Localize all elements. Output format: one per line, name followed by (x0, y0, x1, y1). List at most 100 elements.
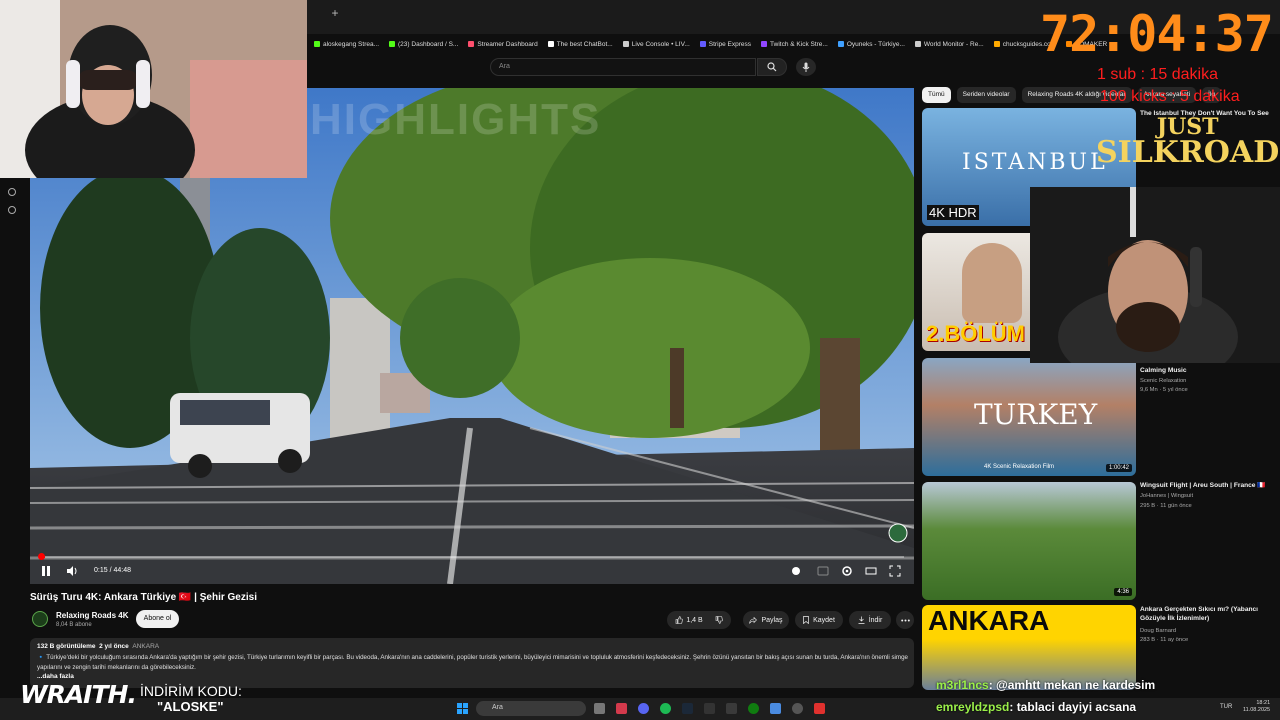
more-actions-button[interactable] (896, 611, 914, 629)
like-button[interactable]: 1,4 B (675, 616, 703, 624)
bookmark-item[interactable]: Live Console • LIV... (622, 36, 690, 52)
rec-channel-3[interactable]: Scenic Relaxation (1140, 378, 1186, 384)
chat-message-2: emreyldzpsd: tablaci dayiyi acsana (936, 700, 1136, 714)
discord-icon[interactable] (638, 703, 649, 714)
subtitles-icon[interactable] (817, 565, 829, 577)
sponsor-logo: WRAITH. (20, 680, 137, 709)
progress-scrubber[interactable] (38, 553, 45, 560)
new-tab-button[interactable]: + (328, 6, 342, 20)
thumb-text: 2.BÖLÜM (926, 321, 1025, 346)
save-label: Kaydet (813, 616, 835, 624)
like-count: 1,4 B (686, 616, 703, 624)
left-rail (0, 178, 30, 688)
promo-label: İNDİRİM KODU: (140, 683, 242, 699)
download-button[interactable]: İndir (849, 611, 891, 629)
bookmark-item[interactable]: aloskegang Strea... (314, 36, 379, 52)
thumbs-down-icon[interactable] (715, 616, 723, 624)
steam-icon[interactable] (682, 703, 693, 714)
subathon-timer: 72:04:37 (1040, 5, 1274, 63)
subscriber-count: 8,04 B abone (56, 622, 92, 628)
thumb-face (962, 243, 1022, 323)
rec-thumbnail-4[interactable]: 4:36 (922, 482, 1136, 600)
voice-search-button[interactable] (796, 58, 816, 76)
share-button[interactable]: Paylaş (743, 611, 789, 629)
rec-channel-4[interactable]: JoHannes | Wingsuit (1140, 493, 1193, 499)
chat-text: : @amhtt mekan ne kardesim (988, 678, 1156, 692)
channel-avatar[interactable] (32, 611, 48, 627)
rec-meta-4: 295 B · 11 gün önce (1140, 503, 1192, 509)
save-button[interactable]: Kaydet (795, 611, 843, 629)
filter-chip[interactable]: Tümü (922, 87, 951, 103)
bookmark-label: Stripe Express (708, 40, 752, 48)
bookmark-favicon-icon (468, 41, 475, 47)
view-count: 132 B görüntüleme (37, 643, 96, 650)
spotify-icon[interactable] (660, 703, 671, 714)
bookmark-item[interactable]: (23) Dashboard / S... (389, 36, 458, 52)
search-button[interactable] (757, 58, 787, 76)
bookmark-label: aloskegang Strea... (323, 40, 380, 48)
description-text: 🔹 Türkiye'deki bir yolculuğum sırasında … (37, 654, 908, 671)
bookmark-item[interactable]: World Monitor - Re... (914, 36, 984, 52)
fullscreen-icon[interactable] (889, 565, 901, 577)
rec-title-4[interactable]: Wingsuit Flight | Areu South | France 🇫🇷 (1140, 482, 1278, 491)
chat-message-1: m3rl1ncs: @amhtt mekan ne kardesim (936, 678, 1155, 692)
app-icon[interactable] (770, 703, 781, 714)
channel-name[interactable]: Relaxing Roads 4K (56, 611, 128, 620)
search-input[interactable]: Ara (490, 58, 756, 76)
filter-chip[interactable]: Seriden videolar (956, 87, 1016, 103)
rec-title-5[interactable]: Ankara Gerçekten Sıkıcı mı? (Yabancı Göz… (1140, 606, 1278, 623)
taskbar-search[interactable]: Ara (476, 701, 586, 716)
hashtag[interactable]: ANKARA (132, 643, 159, 650)
thumb-text: ANKARA (928, 605, 1050, 636)
rec-channel-5[interactable]: Doug Barnard (1140, 628, 1176, 634)
like-dislike-group: 1,4 B (667, 611, 731, 629)
theater-mode-icon[interactable] (865, 565, 877, 577)
bookmark-item[interactable]: Stripe Express (699, 36, 752, 52)
volume-icon[interactable] (66, 565, 78, 577)
thumb-text: ISTANBUL (962, 150, 1108, 175)
bookmark-label: The best ChatBot... (556, 40, 613, 48)
thumb-text: TURKEY (974, 398, 1098, 431)
obs-icon[interactable] (726, 703, 737, 714)
windows-start-icon[interactable] (457, 703, 468, 714)
history-icon[interactable] (8, 188, 16, 196)
mic-icon (802, 62, 810, 72)
thumb-badge: 4K HDR (927, 205, 979, 220)
clock[interactable]: 18:21 11.08.2025 (1243, 700, 1270, 714)
settings-icon[interactable] (8, 206, 16, 214)
share-label: Paylaş (761, 616, 783, 624)
progress-bar[interactable] (40, 556, 904, 558)
chat-username: m3rl1ncs (936, 678, 989, 692)
rec-meta-3: 9,6 Mn · 5 yıl önce (1140, 387, 1188, 393)
opera-icon[interactable] (616, 703, 627, 714)
recording-app-icon[interactable] (814, 703, 825, 714)
bookmark-item[interactable]: Oyuneks - Türkiye... (837, 36, 905, 52)
bookmark-label: Oyuneks - Türkiye... (846, 40, 905, 48)
rec-meta-5: 283 B · 11 ay önce (1140, 637, 1189, 643)
bookmark-favicon-icon (314, 41, 320, 47)
bookmark-label: Streamer Dashboard (477, 40, 538, 48)
description-meta: 132 B görüntüleme 2 yıl önce ANKARA (37, 643, 159, 650)
settings-app-icon[interactable] (792, 703, 803, 714)
rec-thumbnail-3[interactable]: TURKEY 4K Scenic Relaxation Film 1:00:42 (922, 358, 1136, 476)
language-indicator[interactable]: TUR (1220, 704, 1232, 710)
settings-gear-icon[interactable] (841, 565, 853, 577)
file-explorer-icon[interactable] (594, 703, 605, 714)
autoplay-toggle-icon[interactable] (790, 565, 802, 577)
just-silkroad-logo: JUST SILKROAD (1096, 116, 1279, 168)
time-display: 0:15 / 44:48 (94, 567, 131, 574)
xbox-icon[interactable] (748, 703, 759, 714)
subscribe-button[interactable]: Abone ol (136, 610, 179, 628)
logo-line-2: SILKROAD (1096, 135, 1280, 170)
bookmark-item[interactable]: The best ChatBot... (547, 36, 613, 52)
bookmark-icon (803, 616, 809, 624)
bookmark-item[interactable]: Twitch & Kick Stre... (761, 36, 828, 52)
video-watermark: HIGHLIGHTS (310, 95, 602, 144)
bookmark-item[interactable]: Streamer Dashboard (468, 36, 538, 52)
share-icon (749, 616, 758, 624)
pause-icon[interactable] (40, 565, 52, 577)
download-label: İndir (868, 616, 883, 624)
epic-games-icon[interactable] (704, 703, 715, 714)
rec-title-3[interactable]: Calming Music (1140, 367, 1278, 376)
show-more-link[interactable]: ...daha fazla (37, 673, 74, 680)
